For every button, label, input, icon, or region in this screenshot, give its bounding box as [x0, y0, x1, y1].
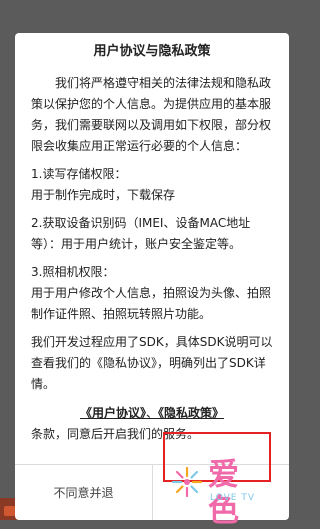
- user-agreement-link[interactable]: 《用户协议》: [80, 406, 146, 420]
- watermark-subtext: LOVE TV: [210, 493, 255, 503]
- decline-button[interactable]: 不同意并退: [15, 465, 152, 520]
- sdk-paragraph: 我们开发过程应用了SDK，具体SDK说明可以查看我们的《隐私协议》，明确列出了S…: [31, 335, 273, 391]
- agreement-links: 《用户协议》、《隐私政策》: [15, 404, 289, 422]
- dialog-title: 用户协议与隐私政策: [93, 44, 211, 59]
- permission-device-id: 2.获取设备识别码（IMEI、设备MAC地址等）：用于用户统计，账户安全鉴定等。: [31, 216, 251, 251]
- intro-paragraph: 我们将严格遵守相关的法律法规和隐私政策以保护您的个人信息。为提供应用的基本服务，…: [31, 76, 272, 153]
- dialog-body[interactable]: 我们将严格遵守相关的法律法规和隐私政策以保护您的个人信息。为提供应用的基本服务，…: [31, 73, 277, 411]
- privacy-policy-link[interactable]: 《隐私政策》: [158, 406, 224, 420]
- permission-storage-desc: 用于制作完成时，下载保存: [31, 188, 176, 202]
- watermark: 爱色 LOVE TV: [168, 455, 272, 529]
- permission-storage-title: 1.读写存储权限：: [31, 167, 127, 181]
- link-separator: 、: [145, 406, 158, 420]
- permission-camera-title: 3.照相机权限：: [31, 265, 115, 279]
- flower-logo-icon: [171, 466, 203, 498]
- permission-camera-desc: 用于用户修改个人信息，拍照设为头像、拍照制作证件照、拍照玩转照片功能。: [31, 286, 272, 321]
